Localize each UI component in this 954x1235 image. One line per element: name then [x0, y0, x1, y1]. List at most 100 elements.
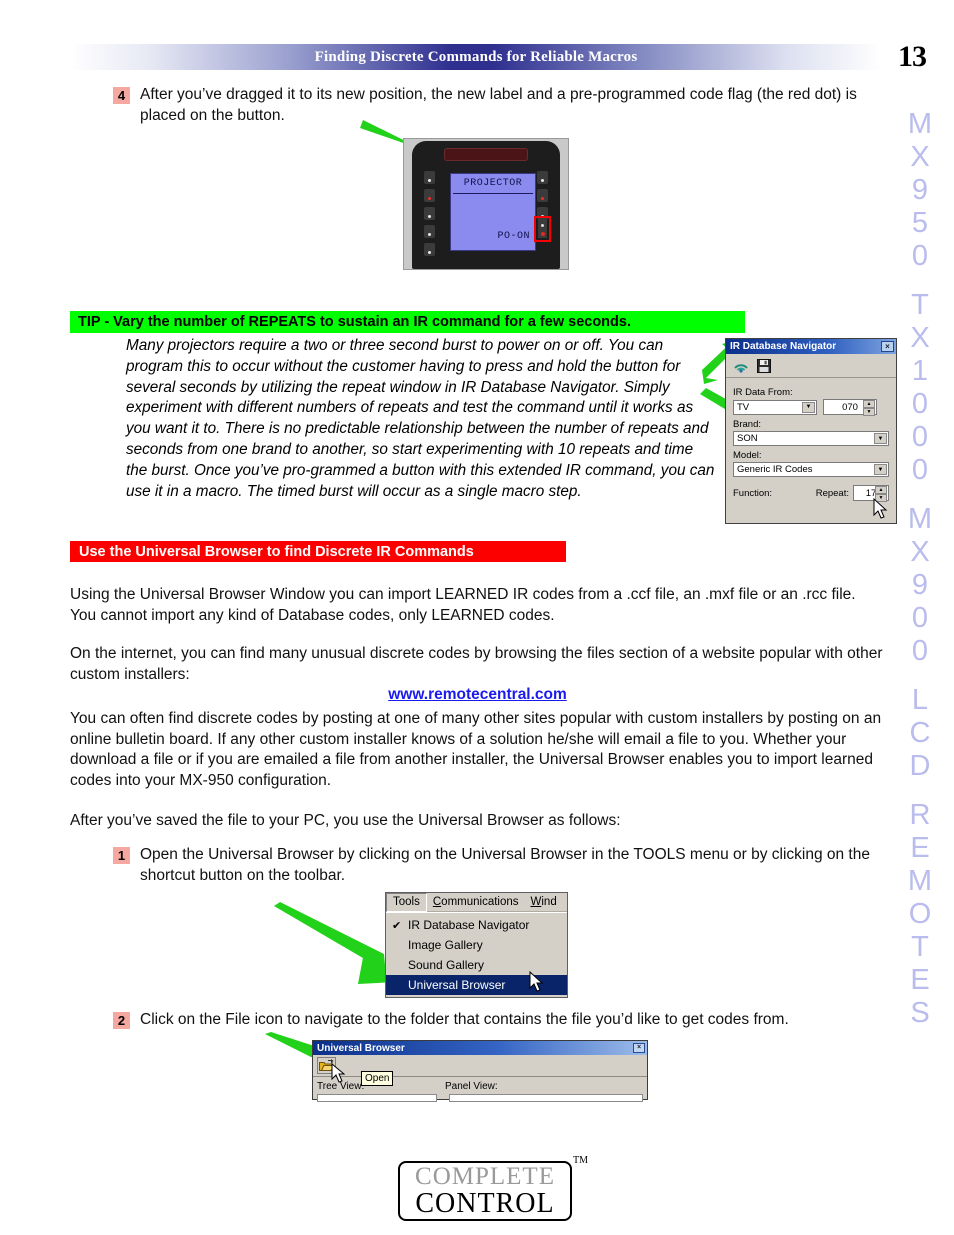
tools-dropdown-panel: IR Database Navigator Image Gallery Soun… [386, 912, 567, 997]
side-strip-char: X [910, 322, 930, 354]
section-banner-universal-browser: Use the Universal Browser to find Discre… [70, 541, 566, 562]
chevron-down-icon[interactable]: ▼ [802, 401, 815, 413]
logo-line-2: CONTROL [415, 1188, 555, 1219]
paragraph-3: You can often find discrete codes by pos… [70, 710, 882, 789]
step-text: Click on the File icon to navigate to th… [140, 1011, 789, 1028]
open-tooltip: Open [361, 1071, 394, 1086]
save-disk-icon[interactable] [757, 358, 771, 373]
close-icon[interactable]: × [633, 1043, 645, 1053]
panel-view-pane[interactable] [449, 1094, 643, 1102]
ir-brand-label: Brand: [733, 419, 761, 430]
lcd-button-label: PO-ON [497, 231, 530, 242]
step-number-badge: 4 [113, 87, 130, 104]
spinner-up-icon[interactable]: ▲ [863, 400, 875, 408]
remote-lcd-screen: PROJECTOR PO-ON [450, 173, 536, 251]
tools-menu-screenshot[interactable]: Tools Communications Wind IR Database Na… [385, 892, 568, 998]
spinner-up-icon[interactable]: ▲ [875, 486, 887, 494]
ir-dialog-title: IR Database Navigator [730, 341, 837, 352]
step-number-badge: 1 [113, 847, 130, 864]
tip-body-text: Many projectors require a two or three s… [126, 337, 715, 500]
universal-browser-window[interactable]: Universal Browser × Tree View: Panel Vie… [312, 1040, 648, 1102]
code-flag-red-dot [541, 232, 545, 236]
step-item-1: 1 Open the Universal Browser by clicking… [113, 845, 898, 886]
ir-dialog-toolbar [726, 354, 896, 378]
spinner-buttons[interactable]: ▲ ▼ [863, 400, 875, 416]
remote-key [537, 171, 548, 184]
lcd-screen-title: PROJECTOR [463, 178, 523, 189]
side-strip-char: M [907, 865, 933, 897]
green-arrow-to-tools-menu [274, 902, 396, 984]
step-text: After you’ve dragged it to its new posit… [140, 86, 857, 124]
side-strip-char: O [908, 898, 932, 930]
step-item-2: 2 Click on the File icon to navigate to … [113, 1010, 898, 1031]
side-strip-char: E [910, 964, 930, 996]
side-strip-char: 0 [911, 388, 929, 420]
universal-browser-titlebar: Universal Browser × [313, 1041, 647, 1055]
panel-view-label: Panel View: [445, 1081, 498, 1092]
chevron-down-icon[interactable]: ▼ [874, 433, 887, 444]
step-number-badge: 2 [113, 1012, 130, 1029]
remote-key [537, 189, 548, 202]
ir-data-from-select[interactable]: TV ▼ [733, 399, 817, 415]
key-dot [541, 224, 544, 227]
ir-brand-select[interactable]: SON ▼ [733, 431, 889, 446]
key-dot [428, 179, 431, 182]
ir-data-from-row: TV ▼ 070 ▲ ▼ [733, 399, 889, 416]
side-strip-char: X [910, 141, 930, 173]
ir-data-from-value: TV [737, 401, 750, 413]
menu-item-image-gallery[interactable]: Image Gallery [386, 935, 567, 955]
side-strip-char: M [907, 503, 933, 535]
menu-item-ir-database-navigator[interactable]: IR Database Navigator [386, 915, 567, 935]
side-strip-char: T [911, 931, 929, 963]
side-strip-char: X [910, 536, 930, 568]
side-strip-char: 5 [911, 207, 929, 239]
menubar-item-communications[interactable]: Communications [427, 894, 525, 911]
key-dot [428, 215, 431, 218]
logo-trademark: TM [573, 1155, 588, 1166]
product-side-strip: M X 9 5 0 T X 1 0 0 0 M X 9 0 0 L C D R … [896, 108, 944, 1030]
remote-key [424, 225, 435, 238]
paragraph-2: On the internet, you can find many unusu… [70, 645, 883, 683]
key-dot [541, 179, 544, 182]
ir-model-select[interactable]: Generic IR Codes ▼ [733, 462, 889, 477]
ir-code-value: 070 [842, 401, 858, 413]
menubar-item-tools[interactable]: Tools [386, 892, 427, 912]
side-strip-char: 0 [911, 602, 929, 634]
side-strip-char: 9 [911, 569, 929, 601]
chevron-down-icon[interactable]: ▼ [874, 464, 887, 475]
tree-view-pane[interactable] [317, 1094, 437, 1102]
step-item-4: 4 After you’ve dragged it to its new pos… [113, 85, 883, 126]
side-strip-char: D [909, 750, 931, 782]
spinner-down-icon[interactable]: ▼ [863, 408, 875, 416]
highlighted-remote-button[interactable] [534, 216, 551, 242]
complete-control-logo: COMPLETE CONTROL [398, 1161, 572, 1221]
page-header-banner: Finding Discrete Commands for Reliable M… [70, 44, 882, 70]
ir-model-value: Generic IR Codes [737, 464, 813, 475]
remote-key [424, 189, 435, 202]
close-icon[interactable]: × [881, 341, 894, 352]
section-banner-text: Use the Universal Browser to find Discre… [79, 543, 474, 560]
remote-key [424, 243, 435, 256]
key-dot [428, 251, 431, 254]
tip-banner: TIP - Vary the number of REPEATS to sust… [70, 311, 745, 333]
ir-code-spinner[interactable]: 070 ▲ ▼ [823, 399, 877, 416]
remotecentral-link-row: www.remotecentral.com [70, 686, 885, 704]
side-strip-char: L [911, 684, 929, 716]
side-strip-char: 0 [911, 635, 929, 667]
tip-banner-text: TIP - Vary the number of REPEATS to sust… [78, 314, 631, 330]
ir-signal-icon[interactable] [733, 359, 749, 373]
logo-line-1: COMPLETE [415, 1163, 555, 1190]
side-strip-char: 9 [911, 174, 929, 206]
remotecentral-link[interactable]: www.remotecentral.com [388, 686, 567, 703]
ir-data-from-label: IR Data From: [733, 387, 793, 398]
side-strip-char: C [909, 717, 931, 749]
ir-dialog-titlebar: IR Database Navigator × [726, 339, 896, 354]
side-strip-char: S [910, 997, 930, 1029]
side-strip-char: 0 [911, 240, 929, 272]
menubar-item-window[interactable]: Wind [525, 894, 563, 911]
universal-browser-title: Universal Browser [317, 1042, 405, 1054]
remote-illustration: PROJECTOR PO-ON [403, 138, 569, 270]
ir-database-navigator-dialog[interactable]: IR Database Navigator × IR Data From: TV [725, 338, 897, 524]
key-dot [428, 233, 431, 236]
ir-function-label: Function: [733, 487, 773, 499]
